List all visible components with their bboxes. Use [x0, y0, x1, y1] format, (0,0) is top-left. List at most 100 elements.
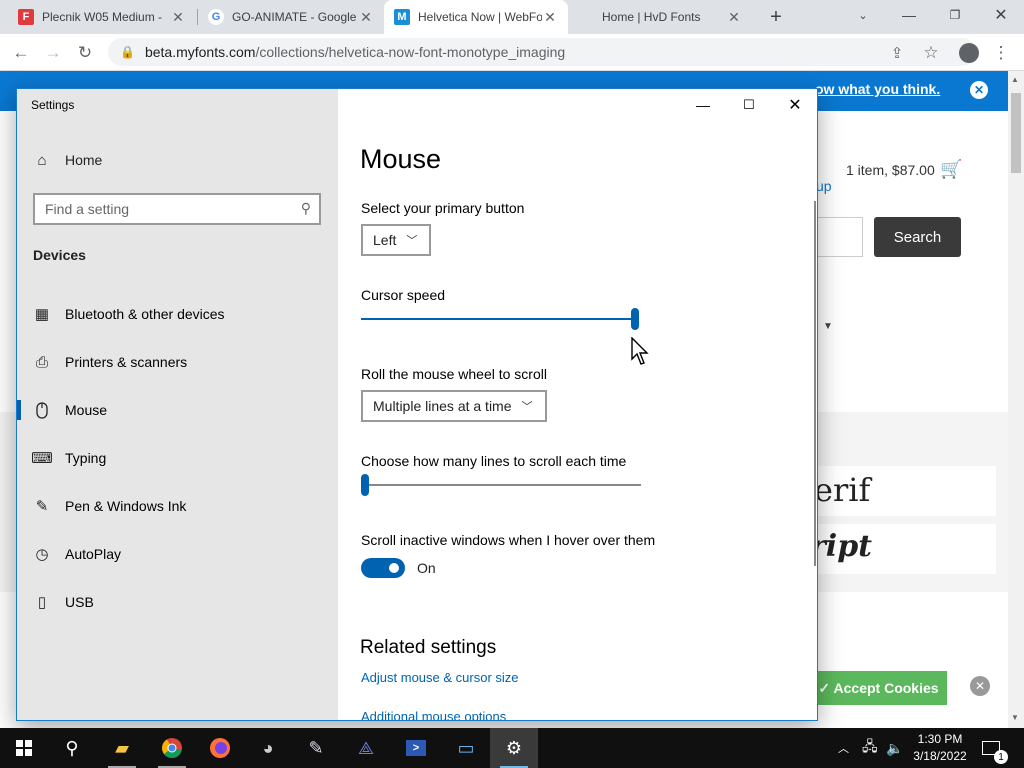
sidebar-item-mouse[interactable]: Mouse	[17, 398, 107, 422]
maximize-button[interactable]: ☐	[726, 89, 772, 121]
scroll-down-icon[interactable]: ▼	[1011, 713, 1019, 722]
address-bar[interactable]: 🔒 beta.myfonts.com/collections/helvetica…	[108, 38, 976, 66]
bookmark-star-icon[interactable]: ☆	[918, 40, 944, 66]
tab-search-chevron-icon[interactable]: ⌄	[840, 0, 886, 30]
sidebar-item-pen[interactable]: ✎ Pen & Windows Ink	[33, 494, 187, 518]
chrome-menu-icon[interactable]: ⋮	[988, 40, 1014, 66]
sidebar-item-bluetooth[interactable]: ▦ Bluetooth & other devices	[33, 302, 225, 326]
close-tab-icon[interactable]: ✕	[542, 9, 558, 26]
tab-hvd-fonts[interactable]: Home | HvD Fonts ✕	[568, 0, 752, 34]
share-icon[interactable]: ⇪	[884, 40, 910, 66]
close-tab-icon[interactable]: ✕	[358, 9, 374, 26]
lock-icon[interactable]: 🔒	[120, 45, 135, 59]
sidebar-item-label: Home	[65, 152, 103, 168]
chevron-down-icon: ﹀	[521, 401, 533, 413]
toggle-state: On	[417, 560, 436, 576]
chrome-icon[interactable]	[148, 728, 196, 768]
close-cookie-icon[interactable]: ✕	[970, 676, 990, 696]
sidebar-item-home[interactable]: ⌂ Home	[33, 151, 102, 169]
network-icon[interactable]: 🖧	[862, 728, 878, 768]
profile-avatar-icon[interactable]	[956, 40, 982, 66]
inactive-scroll-toggle[interactable]	[361, 558, 405, 578]
notification-center-icon[interactable]: 1	[982, 728, 1008, 768]
browser-tab-strip: F Plecnik W05 Medium - ✕ G GO-ANIMATE - …	[0, 0, 1024, 34]
dropdown-value: Multiple lines at a time	[373, 398, 512, 414]
find-setting-input[interactable]: Find a setting ⚲	[33, 193, 321, 225]
google-icon: G	[208, 9, 224, 25]
sidebar-item-usb[interactable]: ▯ USB	[33, 590, 94, 614]
new-tab-button[interactable]: +	[758, 0, 794, 34]
paint-app-icon[interactable]: ✎	[292, 728, 340, 768]
sidebar-item-typing[interactable]: ⌨ Typing	[31, 446, 106, 470]
forward-arrow-icon[interactable]: →	[40, 40, 66, 66]
cart-icon[interactable]: 🛒	[940, 159, 962, 180]
powershell-icon[interactable]: >	[392, 728, 440, 768]
minimize-button[interactable]: —	[680, 89, 726, 121]
windows-taskbar: ⚲ ▰ ◕ ✎ ⟁ > ▭ ⚙ ︿ 🖧 🔈 1:30 PM 3/18/2022 …	[0, 728, 1024, 768]
cursor-speed-thumb[interactable]	[631, 308, 639, 330]
primary-button-label: Select your primary button	[361, 200, 525, 216]
close-tab-icon[interactable]: ✕	[726, 9, 742, 26]
adjust-cursor-size-link[interactable]: Adjust mouse & cursor size	[361, 670, 519, 685]
scroll-up-icon[interactable]: ▲	[1011, 75, 1019, 84]
url-text: beta.myfonts.com/collections/helvetica-n…	[144, 44, 566, 60]
additional-mouse-options-link[interactable]: Additional mouse options	[361, 709, 506, 720]
search-icon[interactable]: ⚲	[301, 200, 311, 217]
cursor-speed-track[interactable]	[361, 318, 639, 320]
tab-plecnik[interactable]: F Plecnik W05 Medium - ✕	[8, 0, 196, 34]
sidebar-item-printers[interactable]: ⎙ Printers & scanners	[33, 350, 187, 374]
dropdown-caret-icon[interactable]: ▼	[823, 321, 833, 332]
myfonts-icon: M	[394, 9, 410, 25]
restore-browser-button[interactable]: ❐	[932, 0, 978, 30]
sidebar-item-label: Bluetooth & other devices	[65, 306, 225, 322]
minimize-browser-button[interactable]: —	[886, 0, 932, 30]
remote-desktop-icon[interactable]: ▭	[442, 728, 490, 768]
feedback-link[interactable]: ow what you think.	[815, 81, 940, 97]
tab-title: Helvetica Now | WebFo	[418, 10, 542, 24]
wheel-scroll-label: Roll the mouse wheel to scroll	[361, 366, 547, 382]
chevron-down-icon: ﹀	[406, 235, 418, 247]
autoplay-icon: ◷	[35, 546, 49, 563]
mouse-pointer-icon	[631, 337, 649, 365]
close-tab-icon[interactable]: ✕	[170, 9, 186, 26]
accept-cookies-button[interactable]: ✓ Accept Cookies	[810, 671, 947, 705]
settings-scrollbar[interactable]	[814, 201, 816, 566]
start-icon[interactable]	[0, 728, 48, 768]
bluetooth-devices-icon: ▦	[34, 306, 50, 323]
search-icon[interactable]: ⚲	[48, 728, 96, 768]
close-button[interactable]: ✕	[772, 89, 817, 121]
tab-helvetica-now[interactable]: M Helvetica Now | WebFo ✕	[384, 0, 568, 34]
scroll-lines-track[interactable]	[361, 484, 641, 486]
firefox-icon[interactable]	[196, 728, 244, 768]
close-browser-button[interactable]: ✕	[978, 0, 1024, 30]
tab-title: GO-ANIMATE - Google	[232, 10, 357, 24]
toggle-knob	[389, 563, 399, 573]
pen-icon: ✎	[35, 498, 49, 515]
scroll-lines-thumb[interactable]	[361, 474, 369, 496]
hvd-icon	[578, 9, 594, 25]
page-scroll-thumb[interactable]	[1011, 93, 1021, 173]
reload-icon[interactable]: ↻	[72, 40, 98, 66]
wheel-scroll-dropdown[interactable]: Multiple lines at a time ﹀	[361, 390, 547, 422]
tray-chevron-icon[interactable]: ︿	[838, 728, 849, 768]
font-card-script[interactable]: ript	[810, 524, 996, 574]
taskbar-clock[interactable]: 1:30 PM 3/18/2022	[908, 731, 972, 765]
close-banner-icon[interactable]: ✕	[970, 81, 988, 99]
tab-goanimate[interactable]: G GO-ANIMATE - Google ✕	[198, 0, 384, 34]
primary-button-dropdown[interactable]: Left ﹀	[361, 224, 432, 256]
site-search-button[interactable]: Search	[874, 217, 961, 257]
back-arrow-icon[interactable]: ←	[8, 40, 34, 66]
volume-icon[interactable]: 🔈	[886, 728, 903, 768]
page-scrollbar[interactable]: ▲ ▼	[1008, 71, 1024, 728]
raccoon-app-icon[interactable]: ◕	[244, 728, 292, 768]
font-card-serif[interactable]: erif	[810, 466, 996, 516]
settings-gear-icon[interactable]: ⚙	[490, 728, 538, 768]
signup-link[interactable]: up	[816, 178, 832, 194]
dropdown-value: Left	[373, 232, 397, 248]
file-explorer-icon[interactable]: ▰	[98, 728, 146, 768]
usb-icon: ▯	[37, 594, 47, 611]
search-placeholder: Find a setting	[45, 201, 130, 217]
sidebar-item-autoplay[interactable]: ◷ AutoPlay	[33, 542, 121, 566]
cart-summary[interactable]: 1 item, $87.00	[846, 162, 935, 178]
vector-app-icon[interactable]: ⟁	[342, 728, 390, 768]
